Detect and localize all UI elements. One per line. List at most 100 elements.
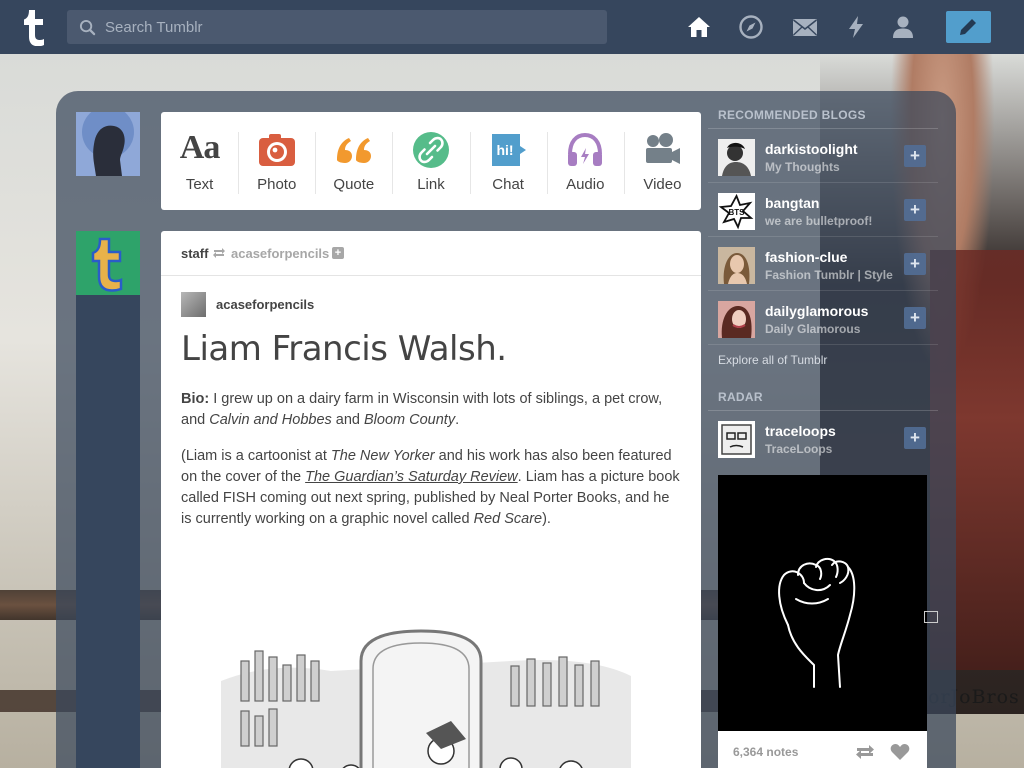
bio-emphasis: Calvin and Hobbes	[209, 412, 332, 428]
headphones-icon	[568, 132, 603, 166]
reblog-source-link[interactable]: acaseforpencils	[231, 246, 329, 261]
notes-count[interactable]: 6,364 notes	[733, 745, 798, 759]
search-icon	[79, 19, 96, 36]
blog-name[interactable]: bangtan	[765, 195, 819, 211]
blog-title: Daily Glamorous	[765, 322, 861, 336]
video-camera-icon	[646, 133, 681, 164]
follow-plus-icon[interactable]: +	[904, 145, 926, 167]
post-type-audio[interactable]: Audio	[546, 112, 624, 210]
text-icon: Aa	[179, 129, 221, 166]
blog-avatar[interactable]	[718, 139, 755, 176]
bio-label: Bio:	[181, 391, 210, 407]
post-type-label: Photo	[257, 176, 297, 193]
svg-text:BTS: BTS	[729, 208, 746, 217]
blog-avatar[interactable]: BTS	[718, 193, 755, 230]
cartoon-image[interactable]	[211, 621, 641, 768]
follow-plus-icon[interactable]: +	[904, 307, 926, 329]
recommended-blog-item[interactable]: darkistoolight My Thoughts +	[708, 129, 938, 183]
bio-text: .	[455, 412, 460, 428]
recommended-blog-item[interactable]: BTS bangtan we are bulletproof! +	[708, 183, 938, 237]
post-type-label: Text	[185, 176, 214, 193]
blog-name[interactable]: fashion-clue	[765, 249, 847, 265]
blog-avatar[interactable]	[718, 247, 755, 284]
post-header: staff acaseforpencils +	[161, 231, 701, 276]
explore-icon[interactable]	[738, 14, 764, 40]
post-type-quote[interactable]: Quote	[315, 112, 392, 210]
blog-name[interactable]: darkistoolight	[765, 141, 858, 157]
radar-post-footer: 6,364 notes	[718, 731, 927, 768]
tumblr-logo-icon[interactable]	[17, 8, 51, 46]
reblog-icon[interactable]	[854, 743, 876, 761]
account-icon[interactable]	[890, 14, 916, 40]
post-author-link[interactable]: staff	[181, 246, 208, 261]
bio-text: and	[331, 412, 365, 428]
camera-icon	[258, 134, 295, 166]
search-input[interactable]	[105, 10, 595, 44]
post-type-label: Audio	[566, 176, 605, 193]
post-type-selector: Aa Text Photo Quote Link hi! Chat Audio …	[161, 112, 701, 210]
compose-button[interactable]	[946, 11, 991, 43]
staff-avatar[interactable]	[76, 231, 140, 295]
follow-plus-icon[interactable]: +	[904, 199, 926, 221]
blog-title: we are bulletproof!	[765, 214, 873, 228]
blog-name[interactable]: dailyglamorous	[765, 303, 868, 319]
post-avatar-rail	[76, 295, 140, 768]
home-icon[interactable]	[686, 14, 712, 40]
post-type-label: Link	[417, 176, 445, 193]
post-type-text[interactable]: Aa Text	[161, 112, 238, 210]
post-type-chat[interactable]: hi! Chat	[469, 112, 547, 210]
blog-avatar[interactable]	[718, 301, 755, 338]
activity-icon[interactable]	[843, 14, 869, 40]
svg-text:hi!: hi!	[497, 142, 514, 158]
paragraph-emphasis: Red Scare	[473, 511, 543, 527]
recommended-blog-item[interactable]: fashion-clue Fashion Tumblr | Style +	[708, 237, 938, 291]
blog-title: My Thoughts	[765, 160, 840, 174]
guardian-link[interactable]: The Guardian’s Saturday Review	[305, 469, 518, 485]
blog-avatar[interactable]	[718, 421, 755, 458]
tumblr-t-icon	[76, 231, 140, 295]
radar-blog-item[interactable]: traceloops TraceLoops +	[708, 411, 938, 465]
right-sidebar: RECOMMENDED BLOGS darkistoolight My Thou…	[708, 108, 938, 465]
post-type-label: Quote	[333, 176, 375, 193]
follow-plus-icon[interactable]: +	[332, 247, 344, 259]
post-type-label: Video	[643, 176, 682, 193]
blog-name[interactable]: traceloops	[765, 423, 836, 439]
post-title: Liam Francis Walsh.	[181, 329, 507, 369]
quote-icon	[336, 138, 371, 163]
bio-paragraph: Bio: I grew up on a dairy farm in Wiscon…	[181, 389, 681, 431]
pencil-icon	[960, 19, 976, 35]
raised-fist-image	[778, 558, 856, 688]
bio-emphasis: Bloom County	[364, 412, 456, 428]
follow-plus-icon[interactable]: +	[904, 253, 926, 275]
description-paragraph: (Liam is a cartoonist at The New Yorker …	[181, 446, 681, 530]
keyboard-icon	[924, 611, 938, 623]
recommended-blog-item[interactable]: dailyglamorous Daily Glamorous +	[708, 291, 938, 345]
avatar-silhouette-icon	[76, 112, 140, 176]
recommended-blogs-heading: RECOMMENDED BLOGS	[708, 108, 938, 129]
explore-all-link[interactable]: Explore all of Tumblr	[708, 345, 938, 387]
top-navigation-bar	[0, 0, 1024, 54]
inbox-icon[interactable]	[792, 14, 818, 40]
user-avatar[interactable]	[76, 112, 140, 176]
post-type-photo[interactable]: Photo	[238, 112, 315, 210]
post-type-label: Chat	[492, 176, 524, 193]
paragraph-text: (Liam is a cartoonist at	[181, 448, 331, 464]
search-box[interactable]	[67, 10, 607, 44]
blog-title: Fashion Tumblr | Style	[765, 268, 893, 282]
reblog-icon	[213, 248, 225, 258]
chat-icon: hi!	[492, 134, 527, 166]
post-type-link[interactable]: Link	[392, 112, 469, 210]
paragraph-text: ).	[542, 511, 551, 527]
dashboard-post: staff acaseforpencils + acaseforpencils …	[161, 231, 701, 768]
radar-post-image[interactable]	[718, 475, 938, 768]
paragraph-emphasis: The New Yorker	[330, 448, 435, 464]
reblog-author-link[interactable]: acaseforpencils	[216, 297, 314, 312]
heart-icon[interactable]	[890, 743, 910, 761]
radar-heading: RADAR	[708, 387, 938, 411]
link-text: The Guardian’s Saturday Review	[305, 469, 518, 485]
reblog-avatar[interactable]	[181, 292, 206, 317]
post-body: Bio: I grew up on a dairy farm in Wiscon…	[181, 389, 681, 545]
link-icon	[412, 132, 449, 168]
post-type-video[interactable]: Video	[623, 112, 701, 210]
follow-plus-icon[interactable]: +	[904, 427, 926, 449]
